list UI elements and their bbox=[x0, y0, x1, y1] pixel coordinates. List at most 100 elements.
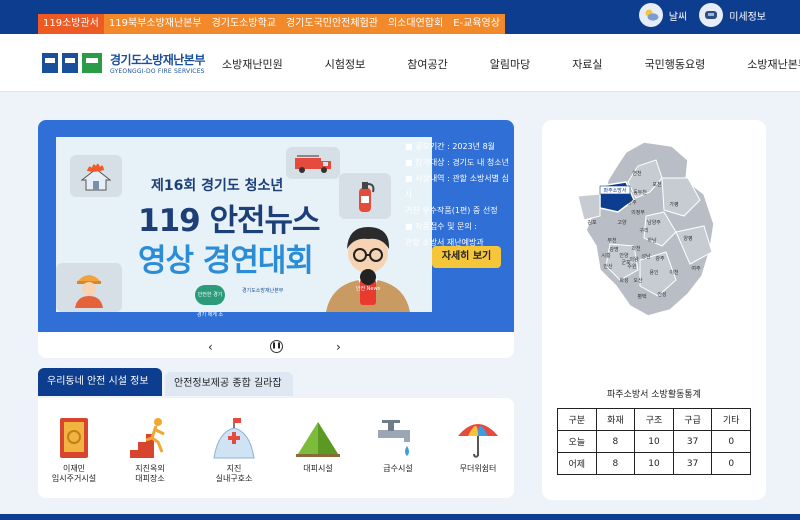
table-cell: 8 bbox=[595, 452, 636, 475]
map-label: 광명 bbox=[609, 246, 618, 253]
top-link-safety-center[interactable]: 경기도국민안전체험관 bbox=[281, 14, 383, 34]
tab-safety-guide[interactable]: 안전정보제공 종합 길라잡이 bbox=[165, 372, 293, 413]
facility-label: 대피시설 bbox=[303, 464, 333, 473]
nav-participation[interactable]: 참여공간 bbox=[407, 56, 447, 72]
news-anchor-illustration: 안전 News bbox=[318, 215, 418, 312]
map-label: 광주 bbox=[655, 255, 665, 262]
poster-badge: 안전한 경기 경기 에게 소 bbox=[195, 285, 225, 318]
map-label: 화성 bbox=[619, 277, 628, 284]
info-line: 거친 우수작품(1편) 중 선정 bbox=[405, 206, 498, 215]
top-link-fire-school[interactable]: 경기도소방학교 bbox=[207, 14, 281, 34]
table-header: 구급 bbox=[672, 408, 713, 431]
weather-icon bbox=[638, 3, 663, 27]
facility-tabs: 우리동네 안전 시설 정보 안전정보제공 종합 길라잡이 bbox=[38, 368, 293, 413]
table-row: 어제 8 10 37 0 bbox=[557, 452, 751, 475]
fine-dust-button[interactable]: 미세정보 bbox=[699, 3, 766, 27]
banner-slide[interactable]: 제16회 경기도 청소년 119 안전뉴스 영상 경연대회 안전한 경기 경기 … bbox=[38, 120, 514, 332]
footer-strip bbox=[0, 514, 800, 520]
map-label: 시흥 bbox=[601, 252, 611, 259]
table-cell: 8 bbox=[595, 430, 636, 453]
info-line: ■ 공모기간 : 2023년 8월 bbox=[405, 142, 496, 151]
nav-notices[interactable]: 알림마당 bbox=[490, 56, 530, 72]
prev-slide-button[interactable]: ‹ bbox=[208, 340, 213, 354]
next-slide-button[interactable]: › bbox=[336, 340, 341, 354]
poster-title-line1: 제16회 경기도 청소년 bbox=[151, 178, 284, 194]
nav-action-guide[interactable]: 국민행동요령 bbox=[645, 56, 706, 72]
nav-civil-service[interactable]: 소방재난민원 bbox=[222, 56, 283, 72]
logo-mark-icon bbox=[42, 53, 104, 73]
table-cell: 0 bbox=[711, 452, 751, 475]
table-cell: 37 bbox=[672, 430, 713, 453]
map-label: 과천 bbox=[631, 245, 641, 252]
facility-heat-shelter[interactable]: 무더위쉼터 bbox=[442, 416, 514, 474]
main-banner-slider: 제16회 경기도 청소년 119 안전뉴스 영상 경연대회 안전한 경기 경기 … bbox=[38, 120, 514, 358]
table-header: 화재 bbox=[595, 408, 636, 431]
fire-truck-icon bbox=[286, 147, 340, 179]
nav-resources[interactable]: 자료실 bbox=[572, 56, 602, 72]
house-fire-icon bbox=[70, 155, 122, 197]
umbrella-icon bbox=[458, 424, 498, 458]
poster-title-line3: 영상 경연대회 bbox=[138, 243, 314, 279]
main-navigation: 소방재난민원 시험정보 참여공간 알림마당 자료실 국민행동요령 소방재난본부소… bbox=[222, 56, 800, 72]
top-utility-bar: 119소방관서 119북부소방재난본부 경기도소방학교 경기도국민안전체험관 의… bbox=[0, 0, 800, 34]
facility-water-supply[interactable]: 급수시설 bbox=[362, 416, 434, 474]
banner-poster-image: 제16회 경기도 청소년 119 안전뉴스 영상 경연대회 안전한 경기 경기 … bbox=[56, 137, 432, 318]
map-label: 안성 bbox=[657, 291, 666, 298]
table-row: 오늘 8 10 37 0 bbox=[557, 430, 751, 453]
map-label: 용인 bbox=[649, 269, 659, 276]
water-tap-icon bbox=[378, 420, 410, 456]
nav-about[interactable]: 소방재난본부소개 bbox=[747, 56, 800, 72]
pause-icon[interactable]: ❚❚ bbox=[270, 340, 283, 353]
map-label: 부천 bbox=[607, 237, 617, 244]
shelter-door-icon bbox=[60, 418, 88, 458]
map-label: 구리 bbox=[639, 227, 648, 234]
related-sites-links: 119소방관서 119북부소방재난본부 경기도소방학교 경기도국민안전체험관 의… bbox=[38, 14, 505, 34]
top-link-volunteer[interactable]: 의소대연합회 bbox=[383, 14, 448, 34]
facility-earthquake-outdoor[interactable]: 지진옥외 대피장소 bbox=[114, 416, 186, 484]
activity-stats-table: 구분 화재 구조 구급 기타 오늘 8 10 37 0 어제 8 10 37 0 bbox=[557, 408, 751, 475]
map-label-paju: 파주소방서 bbox=[603, 187, 626, 194]
firefighter-icon bbox=[56, 263, 122, 312]
top-link-north-hq[interactable]: 119북부소방재난본부 bbox=[104, 14, 207, 34]
table-cell: 10 bbox=[634, 452, 674, 475]
main-header: 경기도소방재난본부 GYEONGGI-DO FIRE SERVICES 소방재난… bbox=[0, 34, 800, 92]
facility-label: 지진 실내구호소 bbox=[215, 464, 253, 483]
more-details-button[interactable]: 자세히 보기 bbox=[432, 246, 501, 268]
map-label: 의정부 bbox=[631, 209, 645, 216]
table-header-row: 구분 화재 구조 구급 기타 bbox=[557, 408, 751, 431]
facility-earthquake-indoor[interactable]: 지진 실내구호소 bbox=[198, 416, 270, 484]
top-link-119-stations[interactable]: 119소방관서 bbox=[38, 14, 104, 34]
dust-icon bbox=[699, 3, 724, 27]
table-cell: 10 bbox=[634, 430, 674, 453]
info-line: ■ 작품접수 및 문의 : bbox=[405, 222, 477, 231]
map-label: 여주 bbox=[691, 265, 701, 272]
map-label: 안산 bbox=[603, 263, 613, 270]
logo-english: GYEONGGI-DO FIRE SERVICES bbox=[110, 68, 205, 75]
banner-info-text: ■ 공모기간 : 2023년 8월 ■ 참가대상 : 경기도 내 청소년 ■ 시… bbox=[405, 139, 510, 251]
weather-button[interactable]: 날씨 bbox=[638, 3, 687, 27]
map-label: 양평 bbox=[683, 235, 692, 242]
facility-label: 급수시설 bbox=[383, 464, 413, 473]
map-label: 오산 bbox=[633, 277, 643, 284]
top-link-video[interactable]: E-교육영상 bbox=[448, 14, 505, 34]
earthquake-run-icon bbox=[130, 418, 165, 458]
table-header: 구조 bbox=[634, 408, 674, 431]
poster-title-line2: 119 안전뉴스 bbox=[138, 203, 321, 239]
facility-temporary-housing[interactable]: 이재민 임시주거시설 bbox=[38, 416, 110, 484]
nav-exam-info[interactable]: 시험정보 bbox=[325, 56, 365, 72]
map-label: 양주 bbox=[627, 199, 637, 206]
gyeonggi-district-map[interactable]: 파주소방서 연천 포천 동두천 가평 양주 의정부 남양주 구리 하남 고양 김… bbox=[542, 120, 766, 360]
site-logo[interactable]: 경기도소방재난본부 GYEONGGI-DO FIRE SERVICES bbox=[42, 51, 205, 75]
facility-label: 지진옥외 대피장소 bbox=[135, 464, 165, 483]
weather-area: 날씨 미세정보 bbox=[638, 3, 800, 27]
facility-evacuation[interactable]: 대피시설 bbox=[282, 416, 354, 474]
map-label: 의왕 bbox=[629, 256, 639, 263]
evacuation-tent-icon bbox=[296, 422, 340, 457]
stats-title: 파주소방서 소방활동통계 bbox=[607, 390, 701, 400]
table-cell: 오늘 bbox=[557, 430, 597, 453]
logo-name: 경기도소방재난본부 bbox=[110, 53, 205, 67]
map-label: 하남 bbox=[647, 237, 657, 244]
info-line: ■ 참가대상 : 경기도 내 청소년 bbox=[405, 158, 509, 167]
tab-local-facilities[interactable]: 우리동네 안전 시설 정보 bbox=[38, 368, 162, 396]
facility-label: 무더위쉼터 bbox=[459, 464, 497, 473]
